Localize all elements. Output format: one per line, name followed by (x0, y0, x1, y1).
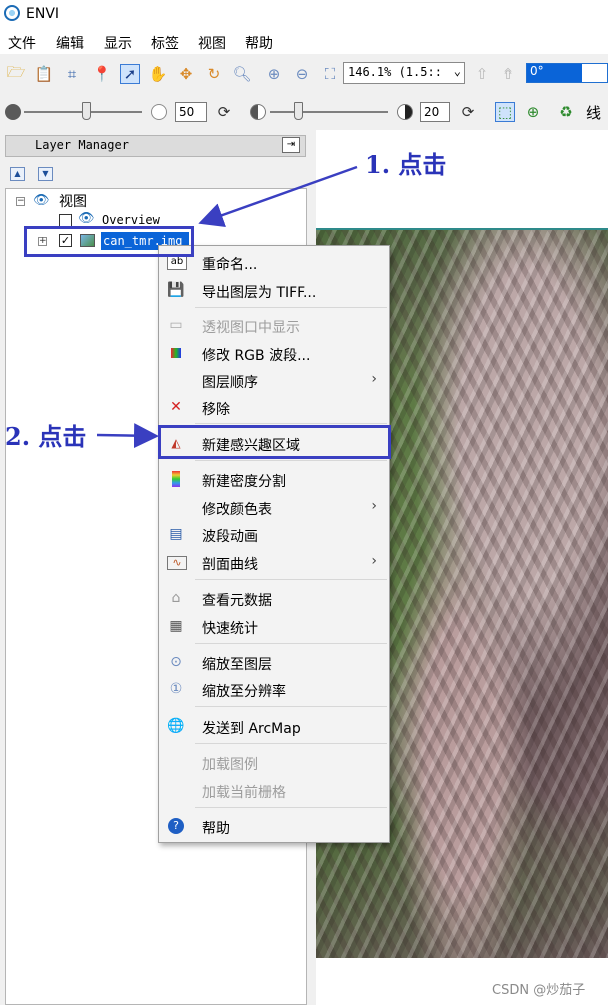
arrow-step1 (198, 165, 358, 228)
arrow-step2 (96, 423, 159, 449)
annotation-arrows (96, 165, 358, 449)
